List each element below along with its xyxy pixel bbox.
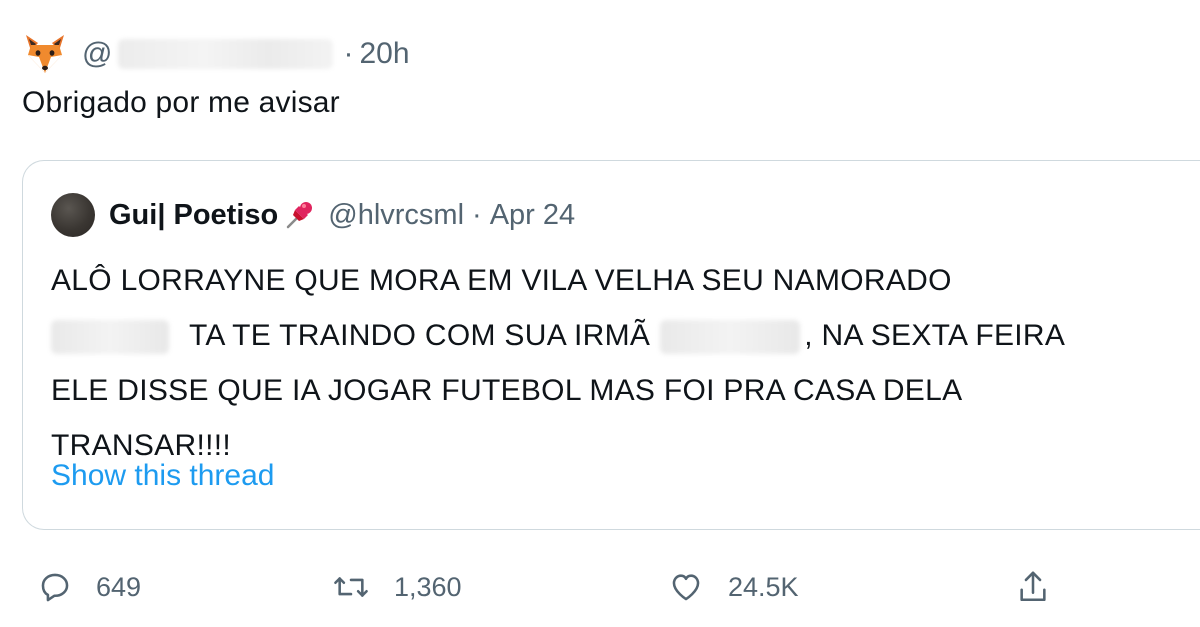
quoted-author-avatar[interactable] [51,193,95,237]
at-symbol: @ [82,37,113,70]
text-segment: TA TE TRAINDO COM SUA IRMÃ [189,319,651,352]
quoted-tweet-header: Gui| Poetiso @hlvrcsml · Apr 24 [51,193,575,237]
quoted-author-name[interactable]: Gui| Poetiso [109,199,278,232]
redacted-handle [118,39,334,69]
retweet-button[interactable]: 1,360 [332,562,462,612]
quoted-tweet-text: ALÔ LORRAYNE QUE MORA EM VILA VELHA SEU … [51,253,1191,473]
like-count: 24.5K [728,571,799,602]
tweet-timestamp[interactable]: 20h [359,37,409,71]
heart-icon[interactable] [668,570,704,604]
tweet-actions: 649 1,360 24.5K [38,562,1138,612]
tweet-header: @ · 20h [22,26,410,82]
retweet-icon[interactable] [332,570,370,604]
tweet: @ · 20h Obrigado por me avisar Gui| Poet… [0,0,1200,627]
pushpin-icon [282,198,316,232]
reply-count: 649 [96,571,142,602]
reply-icon[interactable] [38,570,72,604]
separator-dot: · [472,198,482,231]
reply-button[interactable]: 649 [38,562,141,612]
text-line: ALÔ LORRAYNE QUE MORA EM VILA VELHA SEU … [51,264,952,297]
share-button[interactable] [1016,562,1050,612]
retweet-count: 1,360 [394,571,462,602]
like-button[interactable]: 24.5K [668,562,799,612]
separator-dot: · [343,37,354,70]
text-segment: , NA SEXTA FEIRA [804,319,1066,352]
quoted-tweet-date[interactable]: Apr 24 [490,199,575,232]
text-line: ELE DISSE QUE IA JOGAR FUTEBOL MAS FOI P… [51,374,963,407]
redacted-name [51,320,169,355]
redacted-name [660,320,801,355]
quoted-author-handle[interactable]: @hlvrcsml [328,199,464,232]
fox-emoji-icon[interactable] [22,31,68,77]
quoted-tweet-card[interactable]: Gui| Poetiso @hlvrcsml · Apr 24 ALÔ LORR… [22,160,1200,530]
share-icon[interactable] [1016,568,1050,606]
tweet-text: Obrigado por me avisar [22,86,340,119]
show-thread-link[interactable]: Show this thread [51,459,274,493]
text-line: TA TE TRAINDO COM SUA IRMÃ , NA SEXTA FEI… [51,308,1191,363]
